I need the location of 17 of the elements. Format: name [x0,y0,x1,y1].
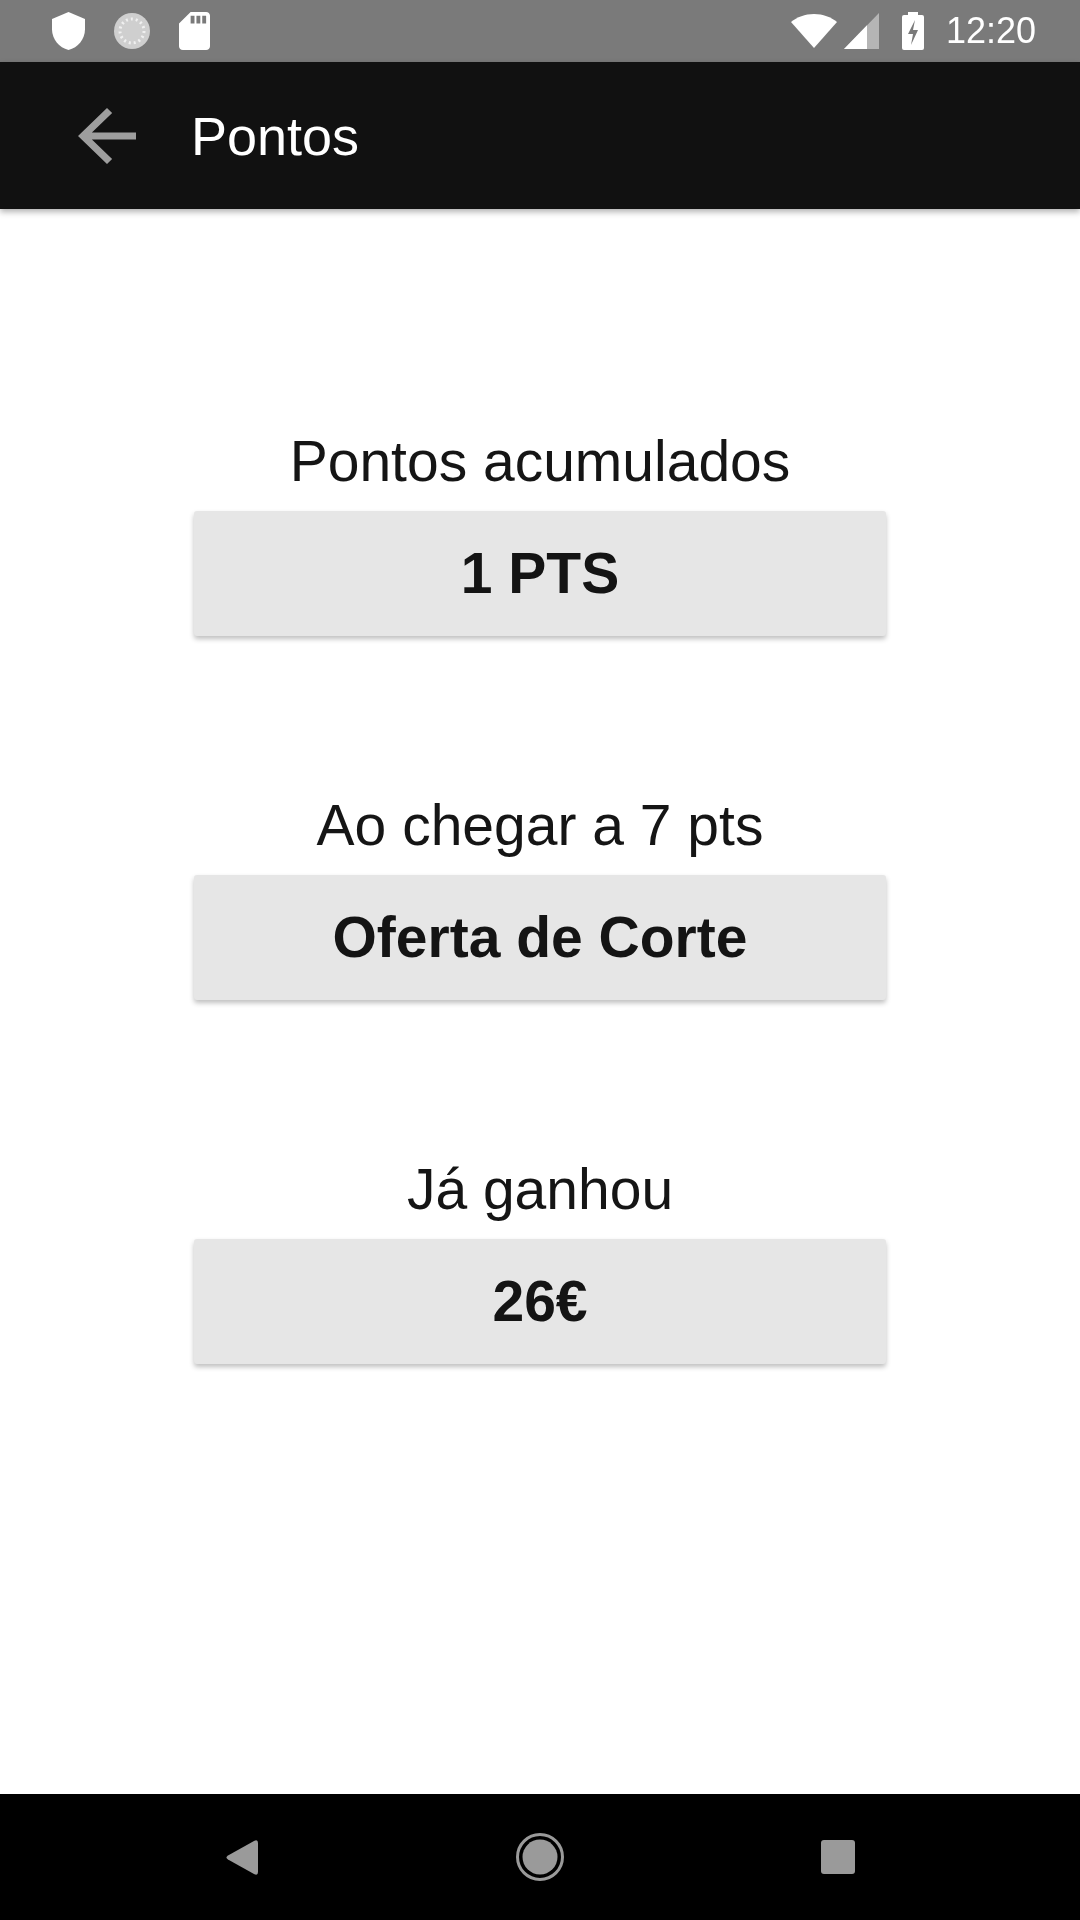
value-card: 1 PTS [194,511,886,636]
back-arrow-icon[interactable] [78,107,136,164]
loading-circle-icon [113,12,151,50]
nav-back-icon[interactable] [226,1839,258,1875]
nav-home-icon[interactable] [516,1833,564,1881]
shield-icon [52,12,85,50]
value-card: 26€ [194,1239,886,1364]
sd-card-icon [179,12,210,50]
screen-title: Pontos [191,108,360,163]
section-label: Pontos acumulados [289,428,791,495]
signal-icon [843,13,879,49]
value-card: Oferta de Corte [194,875,886,1000]
section-label: Já ganhou [406,1156,674,1223]
wifi-icon [790,14,837,48]
section-label: Ao chegar a 7 pts [316,792,764,859]
battery-charging-icon [901,12,924,50]
status-time: 12:20 [945,13,1036,49]
